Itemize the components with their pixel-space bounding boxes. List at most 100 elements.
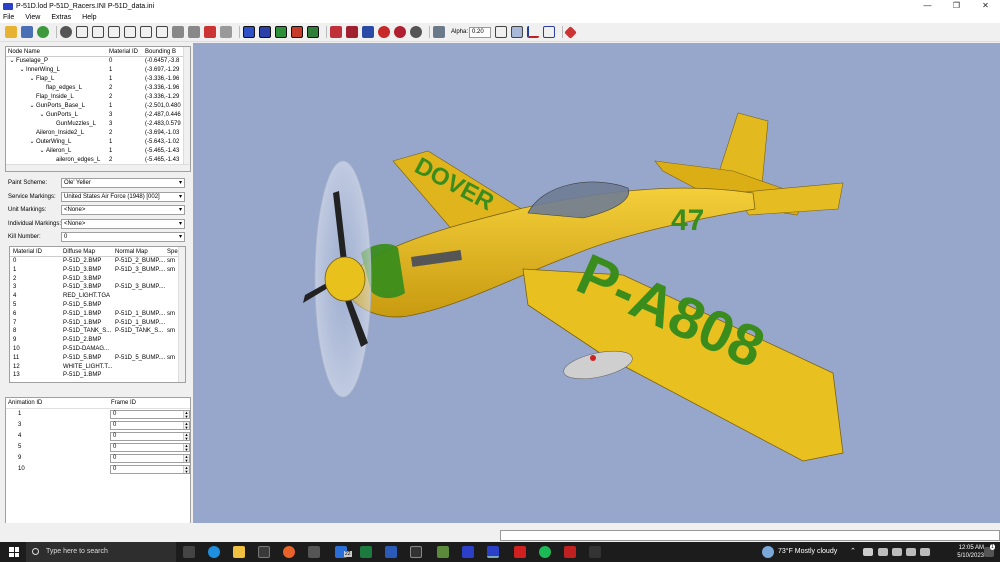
red-cube-2-icon[interactable]: [346, 26, 358, 38]
menu-file[interactable]: File: [3, 14, 14, 21]
word-icon[interactable]: [385, 546, 397, 558]
expand-toggle-icon[interactable]: ⌄: [38, 147, 46, 156]
app-icon[interactable]: [437, 546, 449, 558]
table-row[interactable]: 5 P-51D_5.BMP: [10, 301, 185, 310]
node-tree[interactable]: Node Name Material ID Bounding B ⌄Fusela…: [5, 46, 191, 172]
shield-icon[interactable]: [564, 546, 576, 558]
spin-arrows-icon[interactable]: ▲ ▼: [183, 422, 189, 429]
spin-arrows-icon[interactable]: ▲ ▼: [183, 466, 189, 473]
maximize-button[interactable]: ❐: [942, 0, 971, 12]
expand-toggle-icon[interactable]: ⌄: [8, 57, 16, 66]
save-icon[interactable]: [21, 26, 33, 38]
box-view-icon[interactable]: [433, 26, 445, 38]
weather-text[interactable]: 73°F Mostly cloudy: [778, 542, 837, 562]
table-row[interactable]: 3 P-51D_3.BMP P-51D_3_BUMP....: [10, 283, 185, 292]
table-row[interactable]: 12 WHITE_LIGHT.T...: [10, 363, 185, 372]
app2-icon[interactable]: [589, 546, 601, 558]
tree-row[interactable]: ⌄Aileron_L 1 (-5.465,-1.43: [6, 147, 190, 156]
texture-icon[interactable]: [37, 26, 49, 38]
store-icon[interactable]: [258, 546, 270, 558]
property-dropdown[interactable]: 0 ▾: [61, 232, 185, 242]
taskbar-search[interactable]: Type here to search: [26, 542, 176, 562]
tree-row[interactable]: flap_edges_L 2 (-3.336,-1.96: [6, 84, 190, 93]
view-front-icon[interactable]: [76, 26, 88, 38]
clock[interactable]: 12:05 AM 5/10/2023: [957, 544, 984, 560]
expand-toggle-icon[interactable]: ⌄: [28, 75, 36, 84]
table-row[interactable]: 7 P-51D_1.BMP P-51D_1_BUMP....: [10, 319, 185, 328]
tray-chevron-icon[interactable]: ⌃: [850, 542, 856, 562]
property-dropdown[interactable]: United States Air Force (1948) [002] ▾: [61, 191, 185, 202]
tree-row[interactable]: Flap_Inside_L 2 (-3.336,-1.29: [6, 93, 190, 102]
open-folder-icon[interactable]: [5, 26, 17, 38]
table-row[interactable]: 10 P-51D-DAMAG...: [10, 345, 185, 354]
frame-id-stepper[interactable]: 0 ▲ ▼: [110, 443, 190, 452]
expand-toggle-icon[interactable]: ⌄: [38, 111, 46, 120]
menu-view[interactable]: View: [25, 14, 40, 21]
property-dropdown[interactable]: <None> ▾: [61, 205, 185, 215]
smooth-gray-icon[interactable]: [188, 26, 200, 38]
tree-row[interactable]: ⌄GunPorts_L 3 (-2.487,0.446: [6, 111, 190, 120]
volume-icon[interactable]: [920, 548, 930, 556]
firefox-icon[interactable]: [283, 546, 295, 558]
grid-box-icon[interactable]: [511, 26, 524, 38]
tree-row[interactable]: GunMuzzles_L 3 (-2.483,0.579: [6, 120, 190, 129]
table-row[interactable]: 8 P-51D_TANK_S... P-51D_TANK_S... sm: [10, 327, 185, 336]
table-row[interactable]: 9 P-51D_2.BMP: [10, 336, 185, 345]
table-row[interactable]: 6 P-51D_1.BMP P-51D_1_BUMP.... sm: [10, 310, 185, 319]
green-box-icon[interactable]: [275, 26, 287, 38]
wire-gray-icon[interactable]: [220, 26, 232, 38]
close-button[interactable]: ✕: [971, 0, 1000, 12]
materials-scrollbar[interactable]: [178, 247, 185, 382]
col-node-name[interactable]: Node Name: [6, 47, 109, 56]
table-row[interactable]: 13 P-51D_1.BMP: [10, 371, 185, 380]
col-bounding-box[interactable]: Bounding B: [145, 47, 185, 56]
gray-sphere-icon[interactable]: [410, 26, 422, 38]
solid-red-icon[interactable]: [204, 26, 216, 38]
notepad-icon[interactable]: [308, 546, 320, 558]
view-right-icon[interactable]: [124, 26, 136, 38]
view-top-icon[interactable]: [140, 26, 152, 38]
materials-table[interactable]: Material ID Diffuse Map Normal Map Spe 0…: [9, 246, 186, 383]
excel-icon[interactable]: [360, 546, 372, 558]
bounding-box-icon[interactable]: [495, 26, 508, 38]
lod-viewer-icon[interactable]: [462, 546, 474, 558]
minimize-button[interactable]: —: [913, 0, 942, 12]
spotify-icon[interactable]: [539, 546, 551, 558]
frame-id-stepper[interactable]: 0 ▲ ▼: [110, 421, 190, 430]
red-sphere-icon[interactable]: [378, 26, 390, 38]
table-row[interactable]: 11 P-51D_5.BMP P-51D_5_BUMP.... sm: [10, 354, 185, 363]
window-frame-icon[interactable]: [543, 26, 556, 38]
tree-row[interactable]: ⌄Fuselage_P 0 (-0.6457,-3.8: [6, 57, 190, 66]
spin-arrows-icon[interactable]: ▲ ▼: [183, 411, 189, 418]
expand-toggle-icon[interactable]: ⌄: [18, 66, 26, 75]
alpha-input[interactable]: 0.20: [469, 26, 492, 38]
tree-row[interactable]: ⌄Flap_L 1 (-3.336,-1.96: [6, 75, 190, 84]
spin-arrows-icon[interactable]: ▲ ▼: [183, 433, 189, 440]
file-explorer-icon[interactable]: [233, 546, 245, 558]
solid-gray-icon[interactable]: [172, 26, 184, 38]
table-row[interactable]: 4 RED_LIGHT.TGA: [10, 292, 185, 301]
tools-icon[interactable]: [564, 25, 577, 39]
battery-icon[interactable]: [878, 548, 888, 556]
zoom-icon[interactable]: [60, 26, 72, 38]
network-icon[interactable]: [906, 548, 916, 556]
view-back-icon[interactable]: [92, 26, 104, 38]
menu-extras[interactable]: Extras: [51, 14, 71, 21]
acrobat-icon[interactable]: [514, 546, 526, 558]
frame-id-stepper[interactable]: 0 ▲ ▼: [110, 454, 190, 463]
green-box-2-icon[interactable]: [307, 26, 319, 38]
red-box-icon[interactable]: [291, 26, 303, 38]
property-dropdown[interactable]: Ole' Yeller ▾: [61, 178, 185, 188]
media-icon[interactable]: [410, 546, 422, 558]
blue-box-icon[interactable]: [243, 26, 255, 38]
red-sphere-2-icon[interactable]: [394, 26, 406, 38]
col-material-id[interactable]: Material ID: [109, 47, 145, 56]
display-icon[interactable]: [892, 548, 902, 556]
col-material-id[interactable]: Material ID: [10, 247, 63, 256]
tree-row[interactable]: ⌄OuterWing_L 1 (-5.643,-1.02: [6, 138, 190, 147]
tree-row[interactable]: ⌄GunPorts_Base_L 1 (-2.501,0.480: [6, 102, 190, 111]
lod-viewer-active-icon[interactable]: [487, 546, 499, 558]
view-left-icon[interactable]: [108, 26, 120, 38]
expand-toggle-icon[interactable]: ⌄: [28, 138, 36, 147]
col-diffuse-map[interactable]: Diffuse Map: [63, 247, 115, 256]
